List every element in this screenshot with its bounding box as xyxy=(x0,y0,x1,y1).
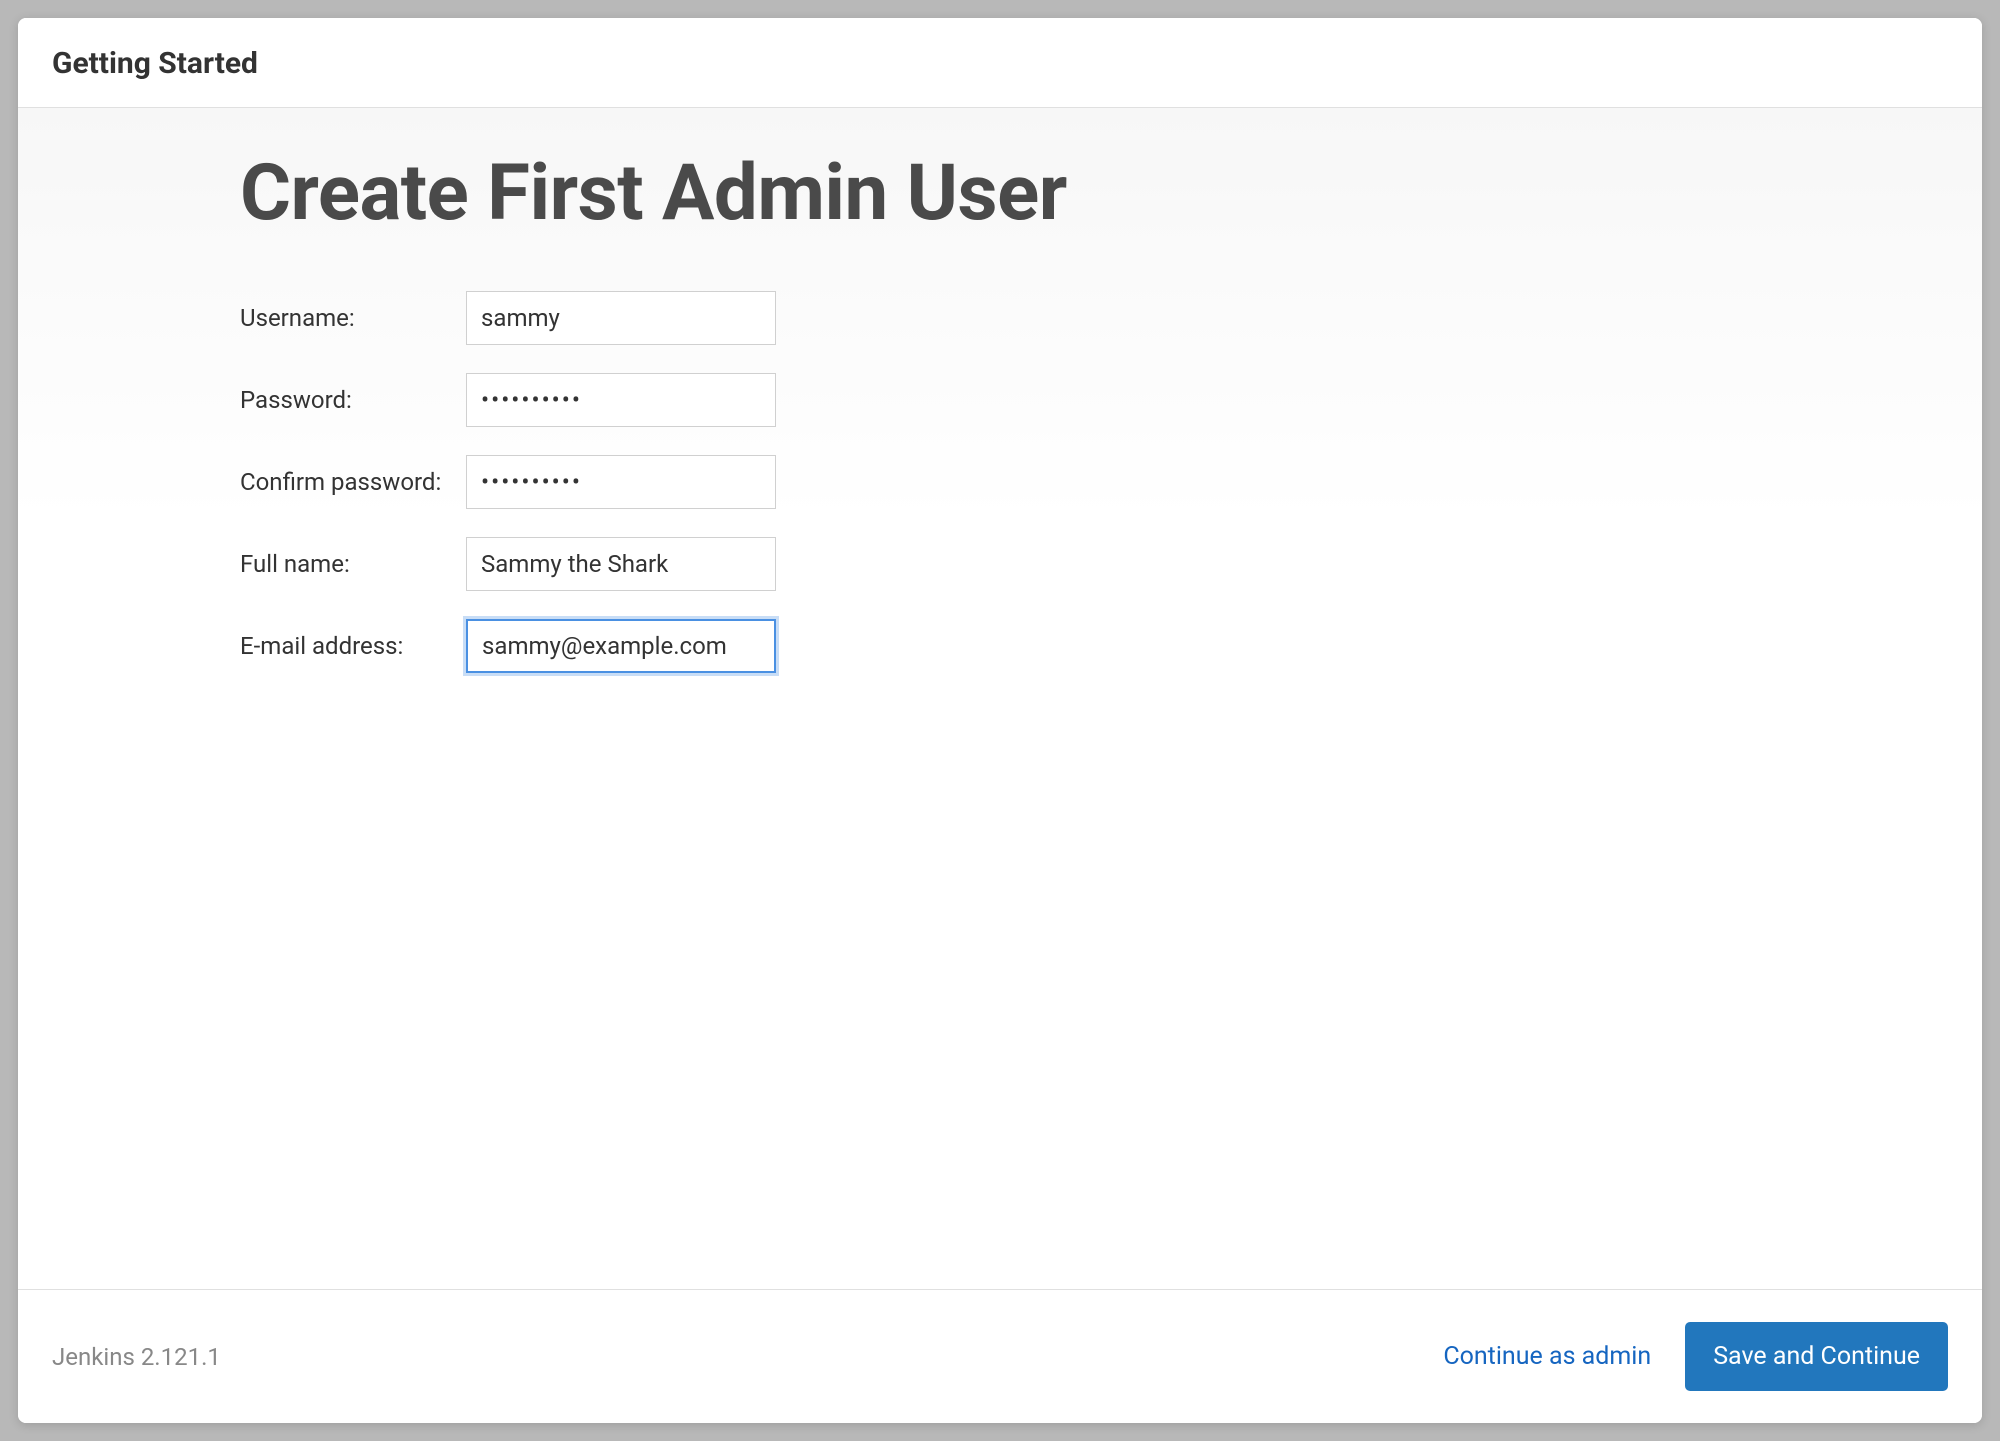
form-row-confirm-password: Confirm password: xyxy=(240,455,1982,509)
password-label: Password: xyxy=(240,386,466,414)
setup-wizard-modal: Getting Started Create First Admin User … xyxy=(18,18,1982,1423)
modal-body: Create First Admin User Username: Passwo… xyxy=(18,108,1982,1289)
form-row-password: Password: xyxy=(240,373,1982,427)
email-input[interactable] xyxy=(466,619,776,673)
form-row-fullname: Full name: xyxy=(240,537,1982,591)
email-label: E-mail address: xyxy=(240,632,466,660)
form-row-email: E-mail address: xyxy=(240,619,1982,673)
modal-header: Getting Started xyxy=(18,18,1982,108)
fullname-input[interactable] xyxy=(466,537,776,591)
modal-footer: Jenkins 2.121.1 Continue as admin Save a… xyxy=(18,1289,1982,1423)
username-input[interactable] xyxy=(466,291,776,345)
confirm-password-input[interactable] xyxy=(466,455,776,509)
footer-actions: Continue as admin Save and Continue xyxy=(1443,1322,1948,1391)
continue-as-admin-button[interactable]: Continue as admin xyxy=(1443,1342,1651,1371)
password-input[interactable] xyxy=(466,373,776,427)
fullname-label: Full name: xyxy=(240,550,466,578)
confirm-password-label: Confirm password: xyxy=(240,468,466,496)
modal-header-title: Getting Started xyxy=(52,46,1948,81)
page-title: Create First Admin User xyxy=(240,148,1982,239)
form-row-username: Username: xyxy=(240,291,1982,345)
version-text: Jenkins 2.121.1 xyxy=(52,1343,221,1371)
username-label: Username: xyxy=(240,304,466,332)
save-and-continue-button[interactable]: Save and Continue xyxy=(1685,1322,1948,1391)
